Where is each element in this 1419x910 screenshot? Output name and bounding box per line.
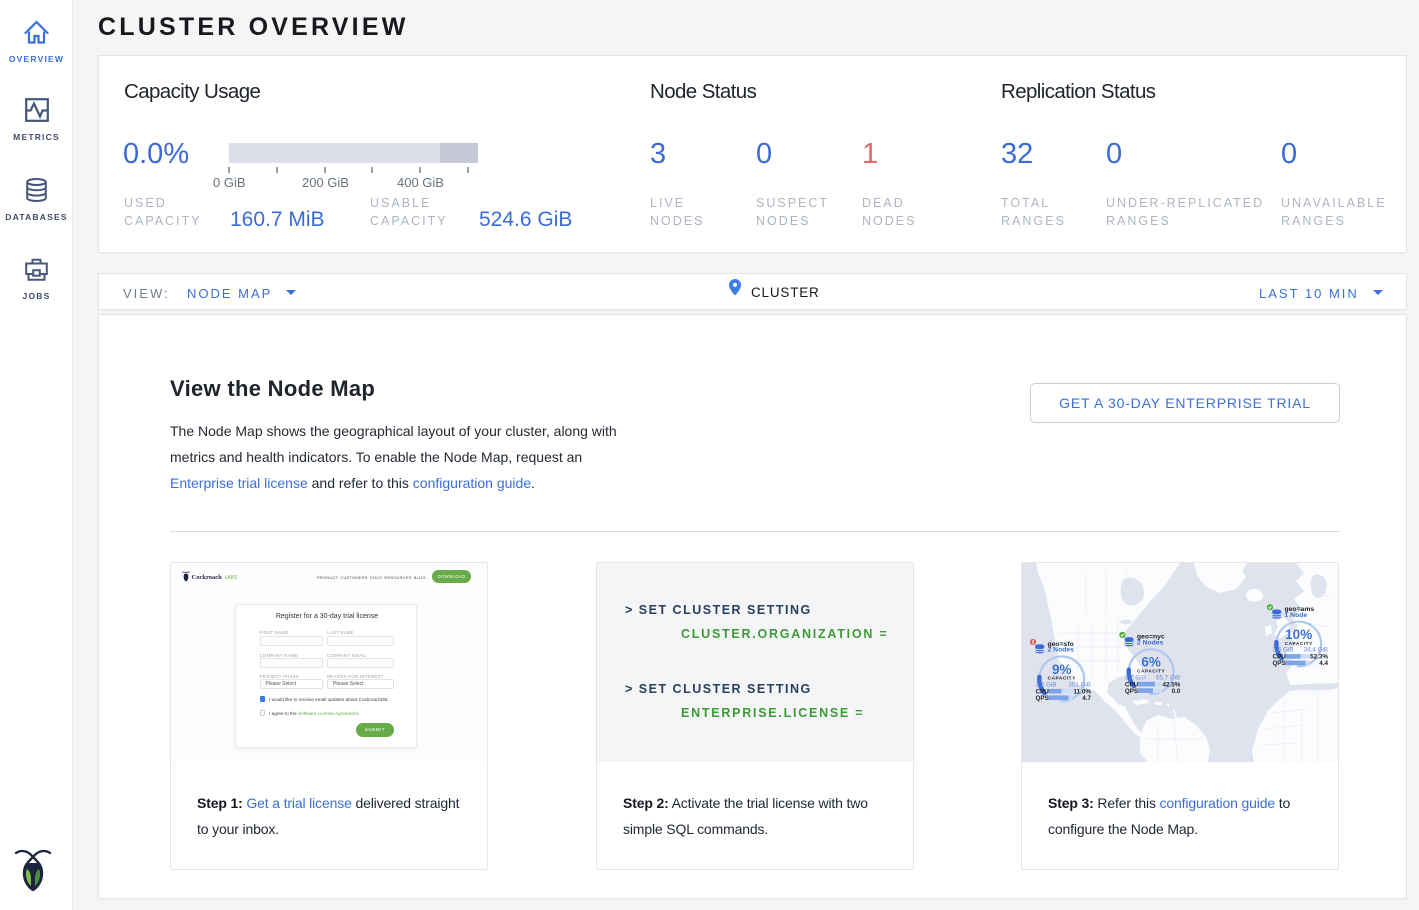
svg-text:4.7: 4.7 <box>1082 695 1091 702</box>
svg-text:QPS: QPS <box>1036 695 1049 702</box>
svg-text:3.6 GiB: 3.6 GiB <box>1273 647 1294 654</box>
svg-text:Cockroach: Cockroach <box>192 574 223 581</box>
svg-text:LABS: LABS <box>225 575 238 581</box>
svg-text:10%: 10% <box>1285 627 1312 642</box>
svg-text:351 GiB: 351 GiB <box>1068 682 1091 689</box>
svg-text:QPS: QPS <box>1273 660 1286 667</box>
svg-text:2 Nodes: 2 Nodes <box>1137 640 1164 647</box>
svg-text:4.4: 4.4 <box>1319 660 1328 667</box>
svg-text:34.4 GiB: 34.4 GiB <box>1303 647 1328 654</box>
svg-text:65.7 GiB: 65.7 GiB <box>1156 674 1181 681</box>
svg-text:3.2 GiB: 3.2 GiB <box>1036 682 1057 689</box>
svg-text:2 Nodes: 2 Nodes <box>1048 647 1075 654</box>
svg-text:3.7 GiB: 3.7 GiB <box>1125 674 1146 681</box>
svg-text:1 Node: 1 Node <box>1285 612 1308 619</box>
svg-text:QPS: QPS <box>1125 688 1138 695</box>
svg-text:6%: 6% <box>1141 655 1161 670</box>
svg-text:9%: 9% <box>1052 662 1072 677</box>
svg-text:0.0: 0.0 <box>1172 688 1181 695</box>
